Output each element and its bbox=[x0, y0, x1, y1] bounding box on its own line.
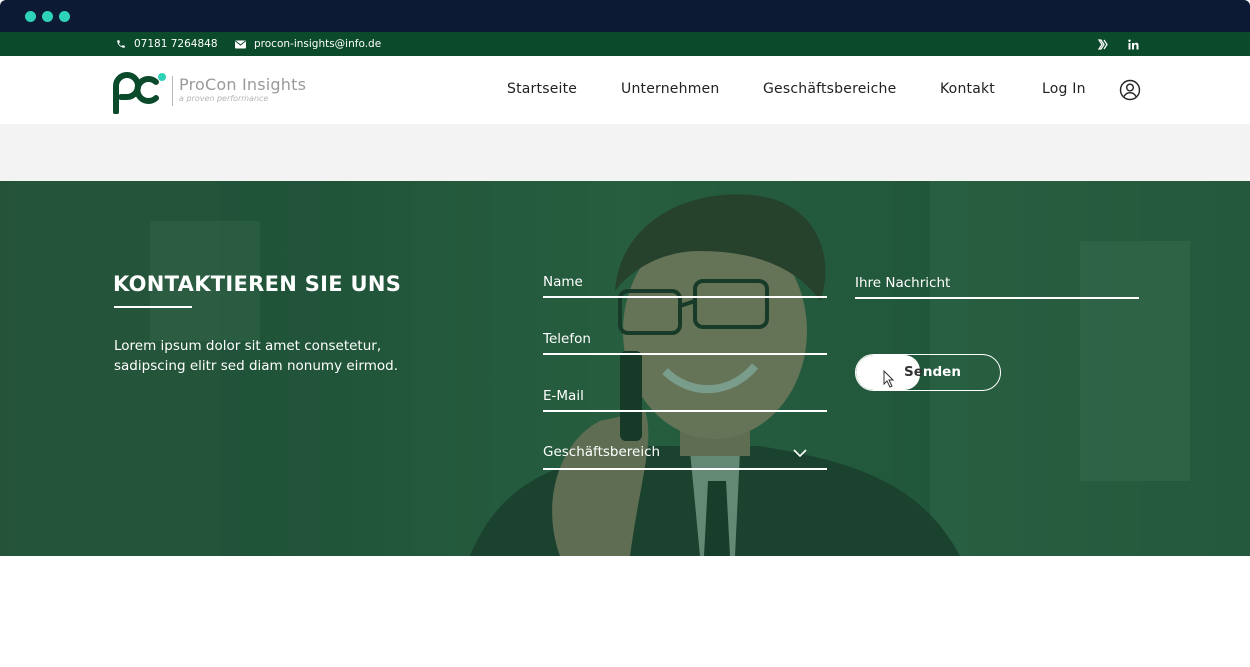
send-button[interactable]: Senden bbox=[855, 354, 1001, 391]
window-control-dot[interactable] bbox=[42, 11, 53, 22]
user-account-icon[interactable] bbox=[1119, 79, 1141, 101]
logo-divider bbox=[172, 76, 173, 106]
email-address: procon-insights@info.de bbox=[254, 38, 382, 50]
nav-item-kontakt[interactable]: Kontakt bbox=[940, 81, 995, 97]
brand-name: ProCon Insights bbox=[179, 75, 307, 94]
phone-contact[interactable]: 07181 7264848 bbox=[116, 32, 218, 56]
business-area-select[interactable]: Geschäftsbereich bbox=[543, 438, 827, 470]
window-control-dot[interactable] bbox=[25, 11, 36, 22]
nav-item-unternehmen[interactable]: Unternehmen bbox=[621, 81, 719, 97]
linkedin-icon[interactable] bbox=[1128, 32, 1139, 56]
site-header: ProCon Insights a proven performance Sta… bbox=[0, 56, 1250, 124]
phone-number: 07181 7264848 bbox=[134, 38, 218, 50]
send-button-label: Senden bbox=[904, 364, 961, 380]
section-spacer bbox=[0, 124, 1250, 181]
nav-item-geschaeftsbereiche[interactable]: Geschäftsbereiche bbox=[763, 81, 896, 97]
mouse-cursor-icon bbox=[883, 370, 895, 388]
email-field[interactable] bbox=[543, 382, 827, 412]
contact-title: KONTAKTIEREN SIE UNS bbox=[113, 272, 402, 296]
window-titlebar bbox=[0, 0, 1250, 32]
window-control-dot[interactable] bbox=[59, 11, 70, 22]
name-input[interactable] bbox=[543, 268, 827, 296]
title-underline bbox=[114, 306, 192, 308]
nav-item-startseite[interactable]: Startseite bbox=[507, 81, 577, 97]
nav-item-login[interactable]: Log In bbox=[1042, 81, 1086, 97]
email-input[interactable] bbox=[543, 382, 827, 410]
phone-input[interactable] bbox=[543, 325, 827, 353]
chevron-down-icon bbox=[793, 449, 807, 458]
select-label: Geschäftsbereich bbox=[543, 444, 661, 460]
message-input[interactable] bbox=[855, 269, 1139, 297]
message-field[interactable] bbox=[855, 269, 1139, 299]
name-field[interactable] bbox=[543, 268, 827, 298]
phone-field[interactable] bbox=[543, 325, 827, 355]
email-contact[interactable]: procon-insights@info.de bbox=[235, 32, 381, 56]
brand-tagline: a proven performance bbox=[179, 94, 269, 103]
xing-icon[interactable] bbox=[1098, 32, 1108, 56]
phone-icon bbox=[117, 40, 125, 48]
contact-description: Lorem ipsum dolor sit amet consetetur, s… bbox=[114, 338, 398, 374]
mail-icon bbox=[235, 40, 246, 48]
brand-logo[interactable]: ProCon Insights a proven performance bbox=[112, 72, 306, 114]
top-info-bar: 07181 7264848 procon-insights@info.de bbox=[0, 32, 1250, 56]
logo-mark-icon bbox=[113, 72, 166, 114]
